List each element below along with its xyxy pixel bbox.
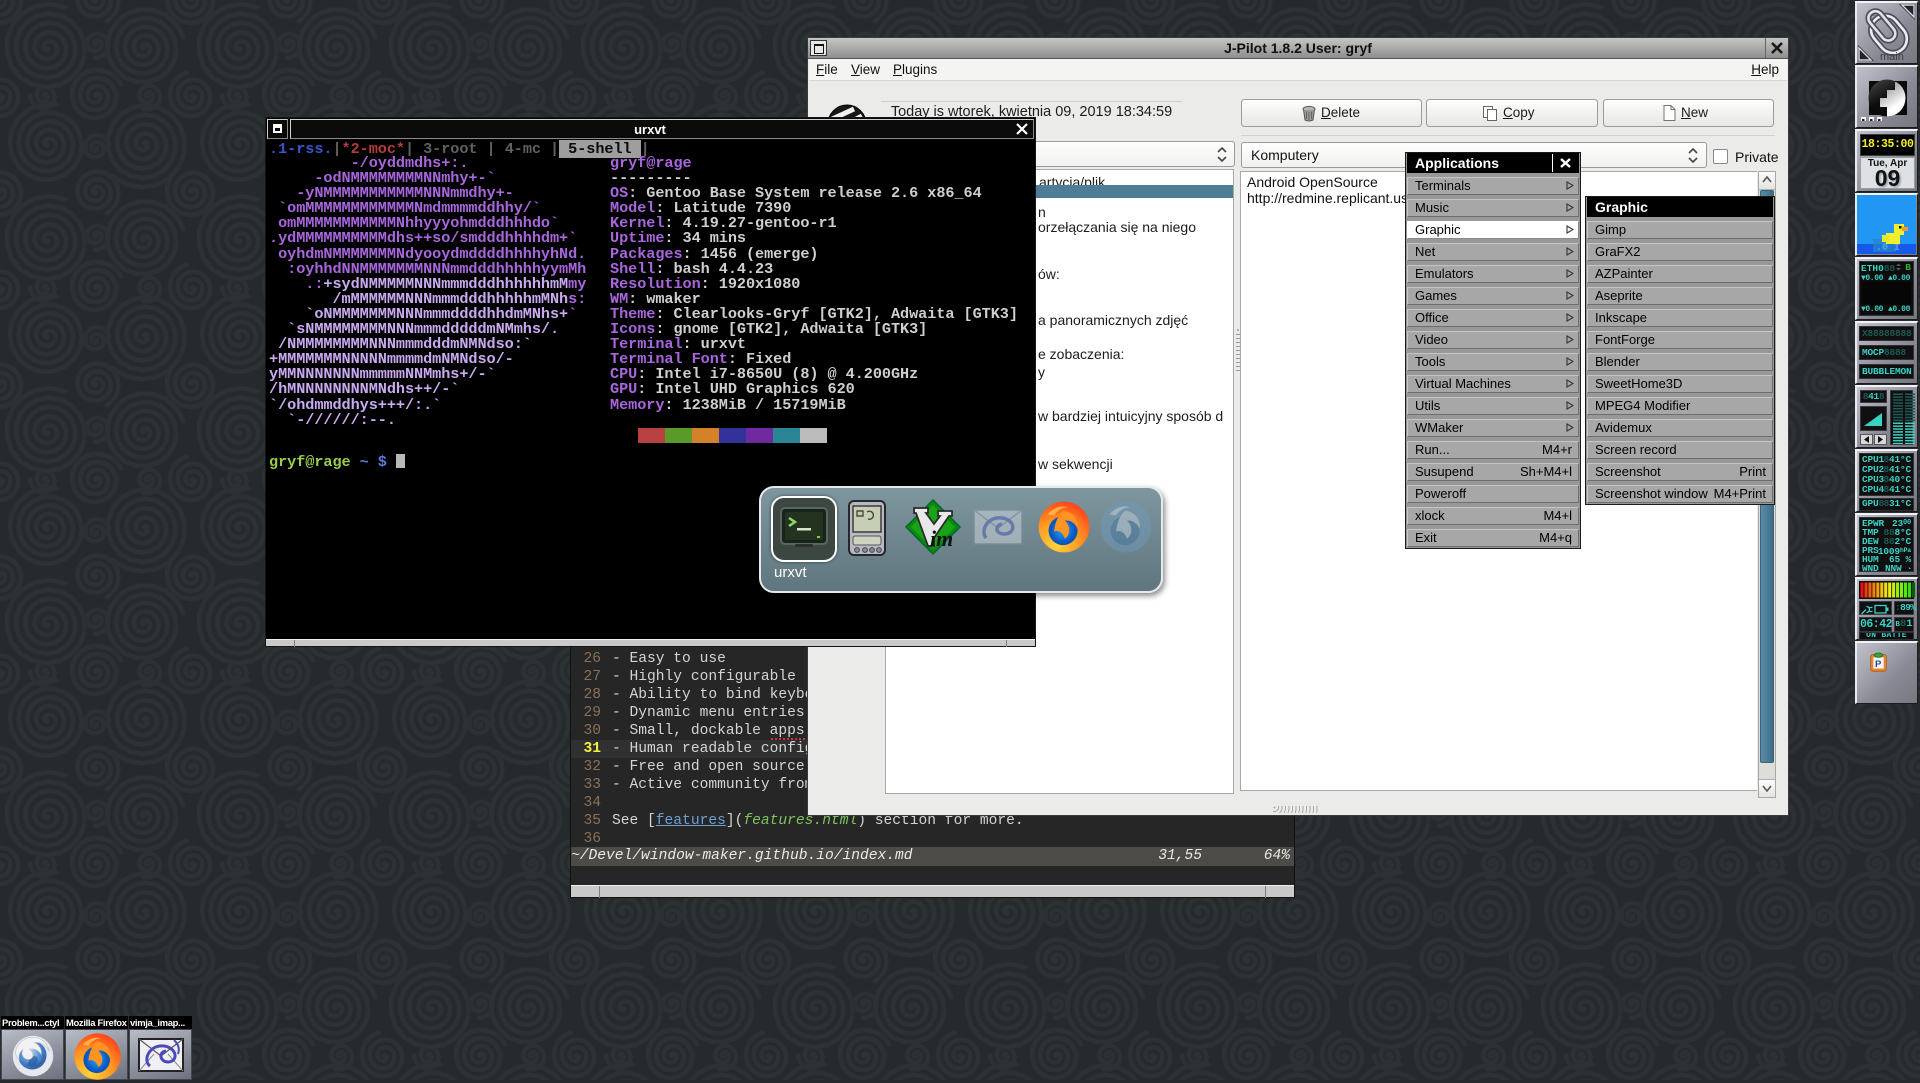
svg-text:P: P [1875,659,1882,670]
svg-text:main: main [1880,51,1904,62]
svg-text:.0 I: .0 I [1876,243,1900,254]
svg-text:im: im [930,526,953,551]
